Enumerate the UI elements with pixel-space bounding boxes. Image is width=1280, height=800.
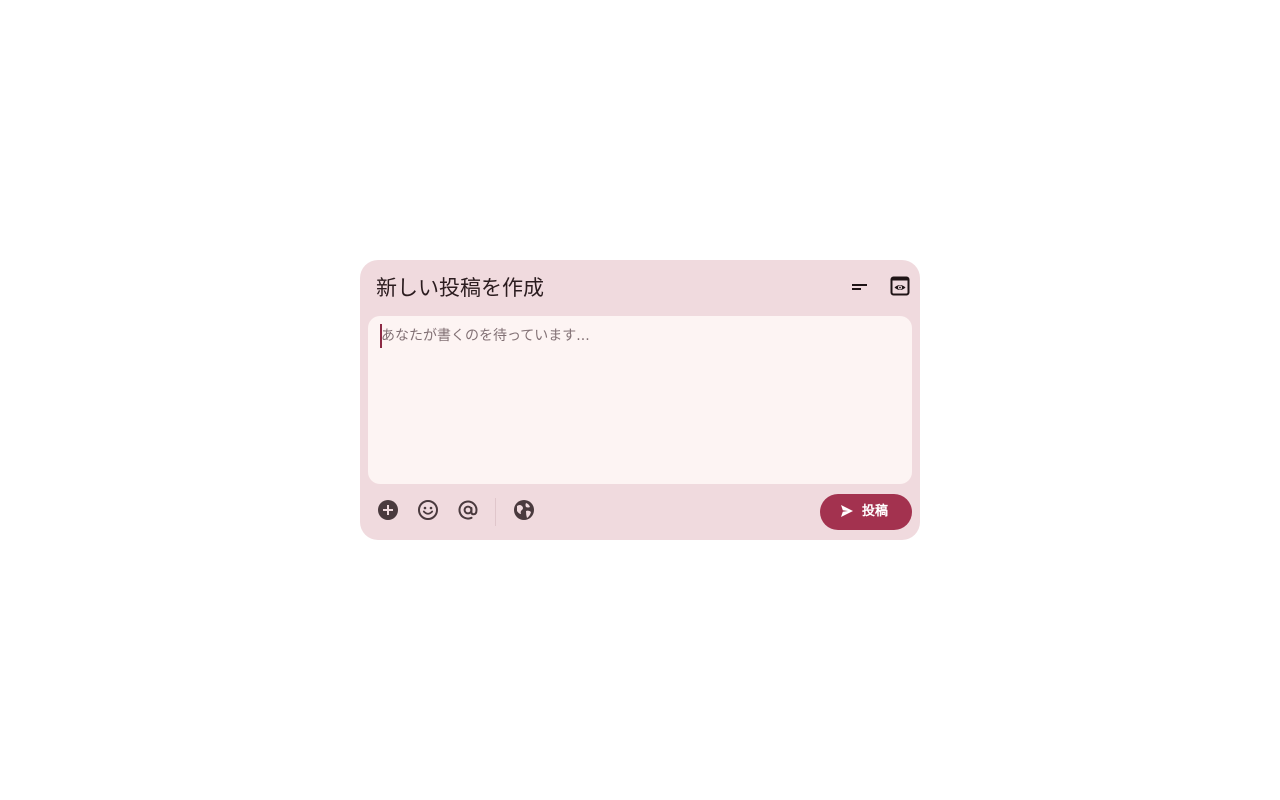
post-composer: 新しい投稿を作成 あなたが書くのを待っています... 投稿 — [360, 260, 920, 540]
composer-toolbar: 投稿 — [360, 484, 920, 540]
at-sign-icon — [457, 499, 479, 525]
preview-icon — [890, 276, 910, 300]
mention-button[interactable] — [456, 500, 480, 524]
minimize-button[interactable] — [848, 276, 872, 300]
preview-button[interactable] — [888, 276, 912, 300]
send-icon — [840, 503, 854, 522]
add-circle-icon — [377, 499, 399, 525]
visibility-button[interactable] — [512, 500, 536, 524]
post-button[interactable]: 投稿 — [820, 494, 912, 530]
composer-title: 新しい投稿を作成 — [376, 276, 544, 300]
add-attachment-button[interactable] — [376, 500, 400, 524]
post-button-label: 投稿 — [861, 504, 888, 519]
globe-icon — [513, 499, 535, 525]
emoji-button[interactable] — [416, 500, 440, 524]
post-text-input[interactable]: あなたが書くのを待っています... — [368, 316, 912, 484]
minimize-icon — [851, 277, 869, 299]
composer-header: 新しい投稿を作成 — [360, 260, 920, 316]
post-placeholder: あなたが書くのを待っています... — [381, 328, 590, 344]
toolbar-divider — [495, 498, 496, 526]
emoji-icon — [417, 499, 439, 525]
